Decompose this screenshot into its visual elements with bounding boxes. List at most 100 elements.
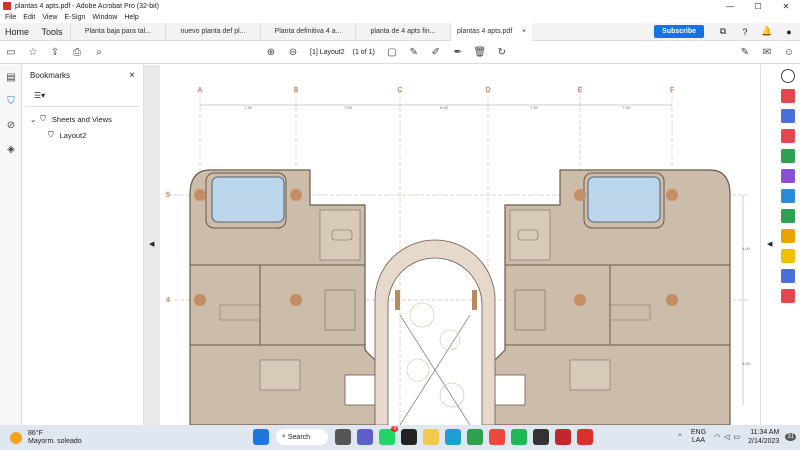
chrome-icon[interactable]: [489, 429, 505, 445]
share-icon[interactable]: ⧉: [717, 26, 729, 38]
chevron-left-icon[interactable]: ◀: [149, 240, 154, 248]
create-pdf-icon[interactable]: [781, 109, 795, 123]
weather-widget[interactable]: 86°F Mayorm. soleado: [10, 430, 82, 446]
dimension-label: 6.00: [742, 361, 751, 366]
page-number-field[interactable]: [1] Layout2: [310, 49, 345, 56]
pen-icon[interactable]: ✎: [403, 42, 425, 64]
taskbar-search[interactable]: ⌕ Search: [276, 429, 328, 445]
doc-tab[interactable]: Planta definitiva 4 a...: [260, 22, 355, 41]
zoom-icon[interactable]: ⌕: [88, 42, 110, 64]
rotate-icon[interactable]: ↻: [491, 42, 513, 64]
prev-page-icon[interactable]: ⊕: [260, 42, 282, 64]
next-page-icon[interactable]: ⊖: [282, 42, 304, 64]
grid-label: D: [485, 87, 490, 94]
tab-home[interactable]: Home: [0, 27, 34, 37]
volume-icon[interactable]: ◁: [724, 433, 729, 441]
close-tab-icon[interactable]: ×: [522, 28, 526, 35]
right-tools-panel: ◀: [760, 65, 800, 425]
wifi-icon[interactable]: ◠: [714, 433, 720, 441]
send-icon[interactable]: [781, 189, 795, 203]
search-label: Search: [287, 433, 311, 441]
whatsapp-icon[interactable]: 4: [379, 426, 398, 445]
menu-edit[interactable]: Edit: [23, 14, 35, 21]
menu-view[interactable]: View: [42, 14, 57, 21]
panel-collapse-handle[interactable]: ◀: [144, 65, 160, 425]
scan-icon[interactable]: [781, 209, 795, 223]
bookmark-child[interactable]: ⛉ Layout2: [22, 127, 143, 143]
close-panel-icon[interactable]: ×: [129, 70, 135, 81]
date: 2/14/2023: [748, 438, 780, 445]
upload-icon[interactable]: ⇪: [44, 42, 66, 64]
language[interactable]: ENG: [691, 429, 706, 437]
subscribe-button[interactable]: Subscribe: [654, 25, 704, 38]
document-canvas[interactable]: A B C D E F 5 4 7.30 7.00 6.00 7.30 7.00…: [160, 65, 760, 425]
weather-text: Mayorm. soleado: [28, 437, 82, 445]
file-explorer-icon[interactable]: [335, 429, 351, 445]
comment-tool-icon[interactable]: [781, 249, 795, 263]
doc-tab[interactable]: Planta baja para tal...: [70, 22, 165, 41]
fill-sign-icon[interactable]: [781, 169, 795, 183]
bookmark-label: Layout2: [59, 130, 87, 140]
highlight-icon[interactable]: ✐: [425, 42, 447, 64]
menu-window[interactable]: Window: [92, 14, 117, 21]
mail-icon[interactable]: ✉: [756, 42, 778, 64]
edge-icon[interactable]: [445, 429, 461, 445]
doc-tab[interactable]: planta de 4 apts fin...: [355, 22, 450, 41]
print-icon[interactable]: ⎙: [66, 42, 88, 64]
save-icon[interactable]: ▭: [0, 42, 22, 64]
doc-tab[interactable]: nuevo planta def pl...: [165, 22, 260, 41]
help-icon[interactable]: ?: [739, 26, 751, 38]
sun-icon: [10, 431, 22, 444]
autocad-icon[interactable]: [555, 429, 571, 445]
time: 11:34 AM: [750, 429, 780, 436]
star-icon[interactable]: ☆: [22, 42, 44, 64]
zoom-in-icon[interactable]: [781, 69, 795, 83]
tab-tools[interactable]: Tools: [34, 27, 70, 37]
notification-count[interactable]: 31: [785, 433, 796, 441]
spotify-icon[interactable]: [511, 429, 527, 445]
chevron-left-icon[interactable]: ◀: [767, 240, 772, 248]
chevron-down-icon[interactable]: ⌄: [30, 115, 36, 124]
alien-app-icon[interactable]: [401, 429, 417, 445]
bell-icon[interactable]: 🔔: [761, 26, 773, 38]
left-nav-strip: ▤ ⛉ ⊘ ◈: [0, 65, 22, 425]
windows-taskbar: 86°F Mayorm. soleado ⌕ Search 4 ⌃ ENG LA…: [0, 425, 800, 450]
sign-icon[interactable]: ✒: [447, 42, 469, 64]
chevron-up-icon[interactable]: ⌃: [677, 433, 683, 441]
maximize-button[interactable]: ☐: [744, 2, 772, 11]
close-window-button[interactable]: ✕: [772, 2, 800, 11]
pages-icon[interactable]: ▤: [0, 65, 22, 89]
dimension-label: 7.30: [244, 105, 253, 110]
doc-tab-active[interactable]: plantas 4 apts.pdf ×: [450, 22, 532, 41]
layers-icon[interactable]: ◈: [0, 137, 22, 161]
acrobat-taskbar-icon[interactable]: [577, 429, 593, 445]
teams-icon[interactable]: [357, 429, 373, 445]
windows-start-icon[interactable]: [253, 429, 269, 445]
bookmark-root[interactable]: ⌄ ⛉ Sheets and Views: [22, 111, 143, 127]
bookmark-icon[interactable]: ⛉: [0, 89, 22, 113]
profile-icon[interactable]: ●: [783, 26, 795, 38]
menu-help[interactable]: Help: [124, 14, 138, 21]
options-menu-icon[interactable]: ☰▾: [34, 91, 45, 100]
app-icon[interactable]: [533, 429, 549, 445]
protect-icon[interactable]: [781, 229, 795, 243]
minimize-button[interactable]: —: [716, 2, 744, 11]
keyboard-layout[interactable]: LAA: [691, 437, 706, 445]
compress-icon[interactable]: [781, 289, 795, 303]
comment-icon[interactable]: ▢: [381, 42, 403, 64]
menu-file[interactable]: File: [5, 14, 16, 21]
clock[interactable]: 11:34 AM 2/14/2023: [748, 428, 779, 446]
folder-icon[interactable]: [423, 429, 439, 445]
user-add-icon[interactable]: ☺: [778, 42, 800, 64]
export-pdf-icon[interactable]: [781, 89, 795, 103]
bookmark-options[interactable]: ☰▾: [26, 85, 139, 107]
delete-icon[interactable]: 🗑: [469, 42, 491, 64]
attachment-icon[interactable]: ⊘: [0, 113, 22, 137]
settings-icon[interactable]: [467, 429, 483, 445]
menu-esign[interactable]: E-Sign: [64, 14, 85, 21]
edit-pdf-icon[interactable]: [781, 129, 795, 143]
edit-tool-icon[interactable]: ✎: [734, 42, 756, 64]
shield-icon[interactable]: [781, 269, 795, 283]
organize-pages-icon[interactable]: [781, 149, 795, 163]
battery-icon[interactable]: ▭: [734, 433, 741, 441]
